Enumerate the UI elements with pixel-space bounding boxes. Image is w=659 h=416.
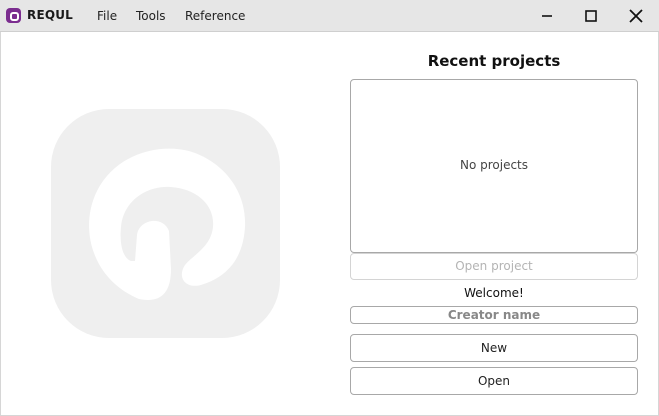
maximize-icon <box>585 10 597 22</box>
app-brand: REQUL <box>27 8 74 22</box>
watermark-logo-icon <box>51 109 280 338</box>
welcome-text: Welcome! <box>464 286 524 300</box>
title-bar: REQUL File Tools Reference <box>0 0 659 32</box>
minimize-button[interactable] <box>525 0 569 32</box>
close-icon <box>629 9 643 23</box>
open-button[interactable]: Open <box>350 367 638 395</box>
menu-file[interactable]: File <box>97 9 117 23</box>
menu-tools[interactable]: Tools <box>136 9 166 23</box>
menu-reference[interactable]: Reference <box>185 9 245 23</box>
creator-name-input[interactable] <box>350 306 638 324</box>
no-projects-text: No projects <box>459 158 529 172</box>
close-button[interactable] <box>614 0 658 32</box>
app-logo-icon <box>6 8 21 23</box>
open-project-button[interactable]: Open project <box>350 253 638 280</box>
recent-projects-list[interactable]: No projects <box>350 79 638 253</box>
recent-projects-title: Recent projects <box>427 52 561 70</box>
minimize-icon <box>542 15 552 17</box>
new-button[interactable]: New <box>350 334 638 362</box>
maximize-button[interactable] <box>569 0 613 32</box>
